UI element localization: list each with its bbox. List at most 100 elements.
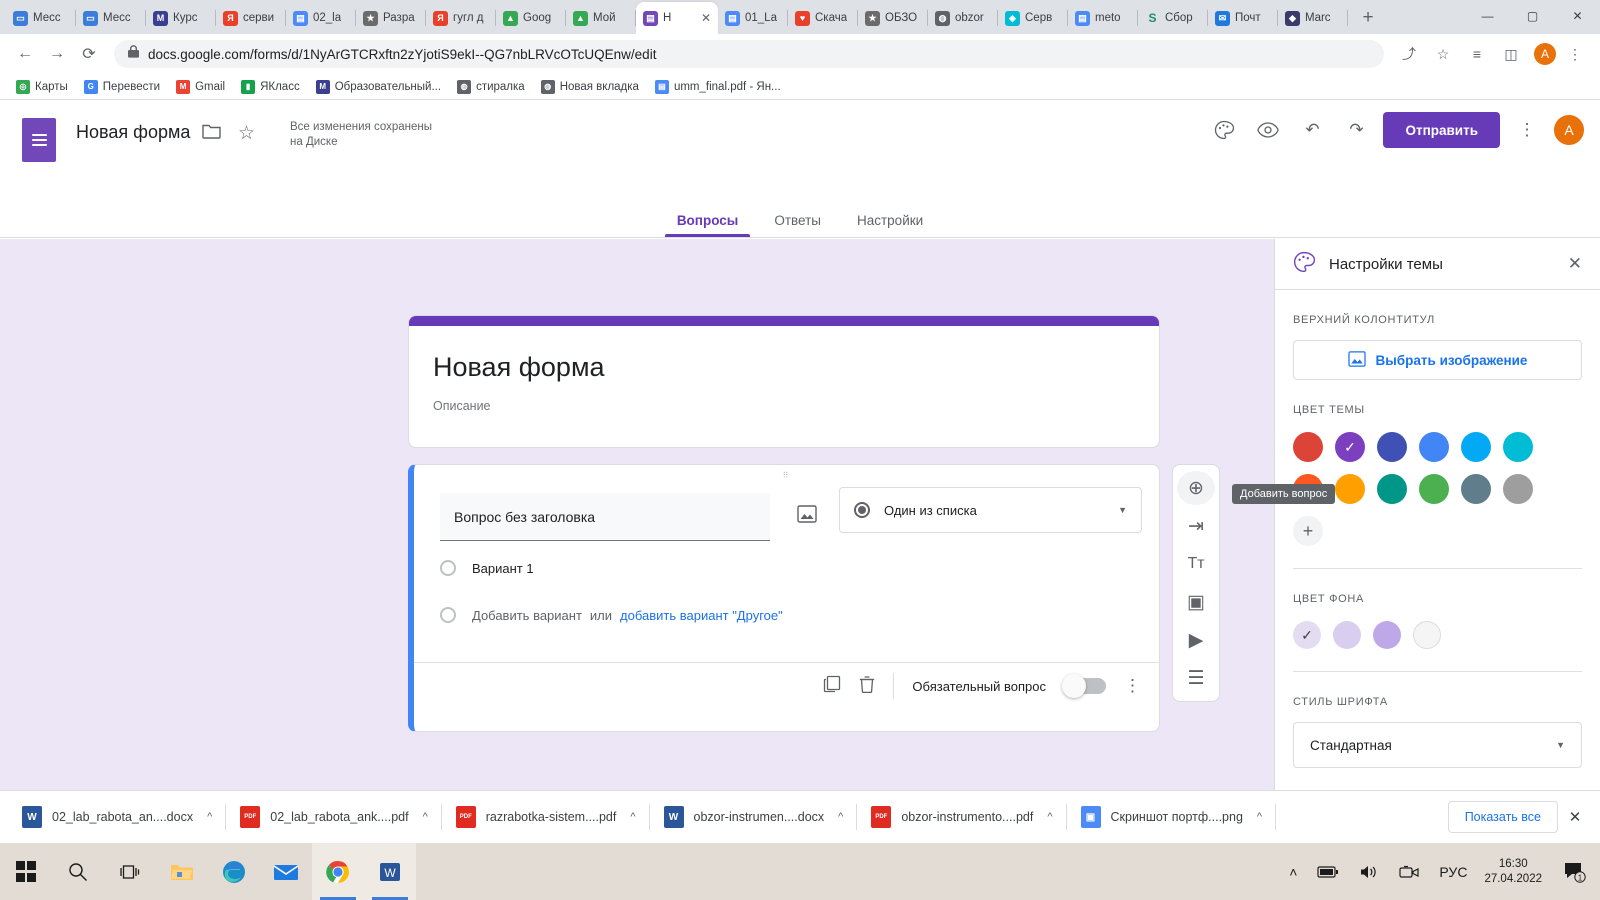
download-item[interactable]: PDF razrabotka-sistem....pdf ^ [442,798,650,836]
font-style-select[interactable]: Стандартная ▼ [1293,722,1582,768]
browser-tab[interactable]: ◆ Marc [1278,2,1348,34]
forms-tab-вопросы[interactable]: Вопросы [664,213,751,237]
search-button[interactable] [52,843,104,900]
theme-color-swatch[interactable] [1461,432,1491,462]
question-card[interactable]: ⠿ Вопрос без заголовка Один из списка ▼ … [408,464,1160,732]
browser-tab[interactable]: ▤ meto [1068,2,1138,34]
chevron-up-icon[interactable]: ^ [630,811,635,823]
clock[interactable]: 16:30 27.04.2022 [1478,857,1552,887]
add-option-row[interactable]: Добавить вариант или добавить вариант "Д… [440,607,783,623]
theme-color-swatch[interactable] [1377,474,1407,504]
required-toggle[interactable] [1062,674,1106,698]
add-video-button[interactable]: ▶ [1177,623,1215,657]
battery-icon[interactable] [1308,865,1348,878]
star-icon[interactable]: ☆ [238,122,255,145]
volume-icon[interactable] [1350,864,1388,880]
close-tab-icon[interactable]: ✕ [701,11,711,25]
theme-color-swatch[interactable] [1293,432,1323,462]
language-indicator[interactable]: РУС [1430,864,1476,880]
chrome-button[interactable] [312,843,364,900]
browser-tab[interactable]: ▤ 01_La [718,2,788,34]
download-item[interactable]: PDF obzor-instrumento....pdf ^ [857,798,1067,836]
theme-color-swatch[interactable] [1503,474,1533,504]
camera-icon[interactable] [1390,865,1428,879]
add-title-button[interactable]: Tт [1177,547,1215,581]
close-window-button[interactable]: ✕ [1555,0,1600,32]
bookmark-item[interactable]: G Перевести [76,79,168,94]
form-title-text[interactable]: Новая форма [433,352,1159,383]
browser-tab[interactable]: ◍ obzor [928,2,998,34]
browser-tab[interactable]: M Курс [146,2,216,34]
show-hidden-icons-button[interactable]: ˄ [1280,864,1306,880]
background-color-swatch[interactable] [1373,621,1401,649]
browser-tab[interactable]: ▭ Месс [6,2,76,34]
delete-icon[interactable] [859,675,875,698]
import-questions-button[interactable]: ⇥ [1177,509,1215,543]
browser-tab[interactable]: ▤ Н ✕ [636,2,718,34]
bookmark-item[interactable]: ▮ ЯКласс [233,79,308,94]
background-color-swatch[interactable]: ✓ [1293,621,1321,649]
theme-color-swatch[interactable] [1503,432,1533,462]
sidepanel-icon[interactable]: ◫ [1496,39,1526,69]
download-item[interactable]: PDF 02_lab_rabota_ank....pdf ^ [226,798,442,836]
theme-color-swatch[interactable] [1461,474,1491,504]
new-tab-button[interactable]: + [1354,4,1382,32]
edge-button[interactable] [208,843,260,900]
browser-tab[interactable]: Ясерви [216,2,286,34]
mail-button[interactable] [260,843,312,900]
more-options-icon[interactable]: ⋮ [1510,113,1544,147]
bookmark-item[interactable]: M Gmail [168,79,233,94]
reload-button[interactable]: ⟳ [74,39,104,69]
word-button[interactable]: W [364,843,416,900]
add-question-button[interactable]: ⊕ [1177,471,1215,505]
minimize-button[interactable]: — [1465,0,1510,32]
theme-color-swatch[interactable]: ✓ [1335,432,1365,462]
option-label-1[interactable]: Вариант 1 [472,561,534,576]
add-custom-color-button[interactable]: + [1293,516,1323,546]
chevron-up-icon[interactable]: ^ [838,811,843,823]
browser-tab[interactable]: ▲ Мой [566,2,636,34]
bookmark-item[interactable]: ◍ стиралка [449,79,533,94]
browser-tab[interactable]: ▲ Goog [496,2,566,34]
folder-icon[interactable] [202,123,221,144]
notification-center-button[interactable]: 1 [1554,861,1596,883]
background-color-swatch[interactable] [1413,621,1441,649]
browser-tab[interactable]: ✉ Почт [1208,2,1278,34]
browser-tab[interactable]: ▤ 02_la [286,2,356,34]
form-description-placeholder[interactable]: Описание [433,399,1159,413]
add-other-option-link[interactable]: добавить вариант "Другое" [620,608,783,623]
forms-tab-ответы[interactable]: Ответы [762,213,833,237]
question-type-select[interactable]: Один из списка ▼ [839,487,1142,533]
choose-image-button[interactable]: Выбрать изображение [1293,340,1582,380]
file-explorer-button[interactable] [156,843,208,900]
profile-avatar[interactable]: A [1534,43,1556,65]
close-icon[interactable]: ✕ [1568,254,1582,274]
question-more-icon[interactable]: ⋮ [1124,676,1141,696]
send-button[interactable]: Отправить [1383,112,1500,148]
show-all-downloads-button[interactable]: Показать все [1447,801,1558,833]
theme-button[interactable] [1207,113,1241,147]
chrome-menu-icon[interactable]: ⋮ [1560,39,1590,69]
maximize-button[interactable]: ▢ [1510,0,1555,32]
background-color-swatch[interactable] [1333,621,1361,649]
download-item[interactable]: W 02_lab_rabota_an....docx ^ [8,798,227,836]
add-option-label[interactable]: Добавить вариант [472,608,582,623]
theme-color-swatch[interactable] [1377,432,1407,462]
account-avatar[interactable]: A [1554,115,1584,145]
theme-color-swatch[interactable] [1335,474,1365,504]
start-button[interactable] [0,843,52,900]
redo-button[interactable]: ↷ [1339,113,1373,147]
chevron-up-icon[interactable]: ^ [423,811,428,823]
add-section-button[interactable]: ☰ [1177,661,1215,695]
download-item[interactable]: ▣ Скриншот портф....png ^ [1067,798,1277,836]
browser-tab[interactable]: S Сбор [1138,2,1208,34]
chevron-up-icon[interactable]: ^ [207,811,212,823]
back-button[interactable]: ← [10,39,40,69]
question-title-input[interactable]: Вопрос без заголовка [440,493,770,541]
share-icon[interactable]: ⤴ [1394,39,1424,69]
option-row-1[interactable]: Вариант 1 [440,560,534,576]
address-bar[interactable]: docs.google.com/forms/d/1NyArGTCRxftn2zY… [114,40,1384,68]
browser-tab[interactable]: Ягугл д [426,2,496,34]
task-view-button[interactable] [104,843,156,900]
star-icon[interactable]: ☆ [1428,39,1458,69]
